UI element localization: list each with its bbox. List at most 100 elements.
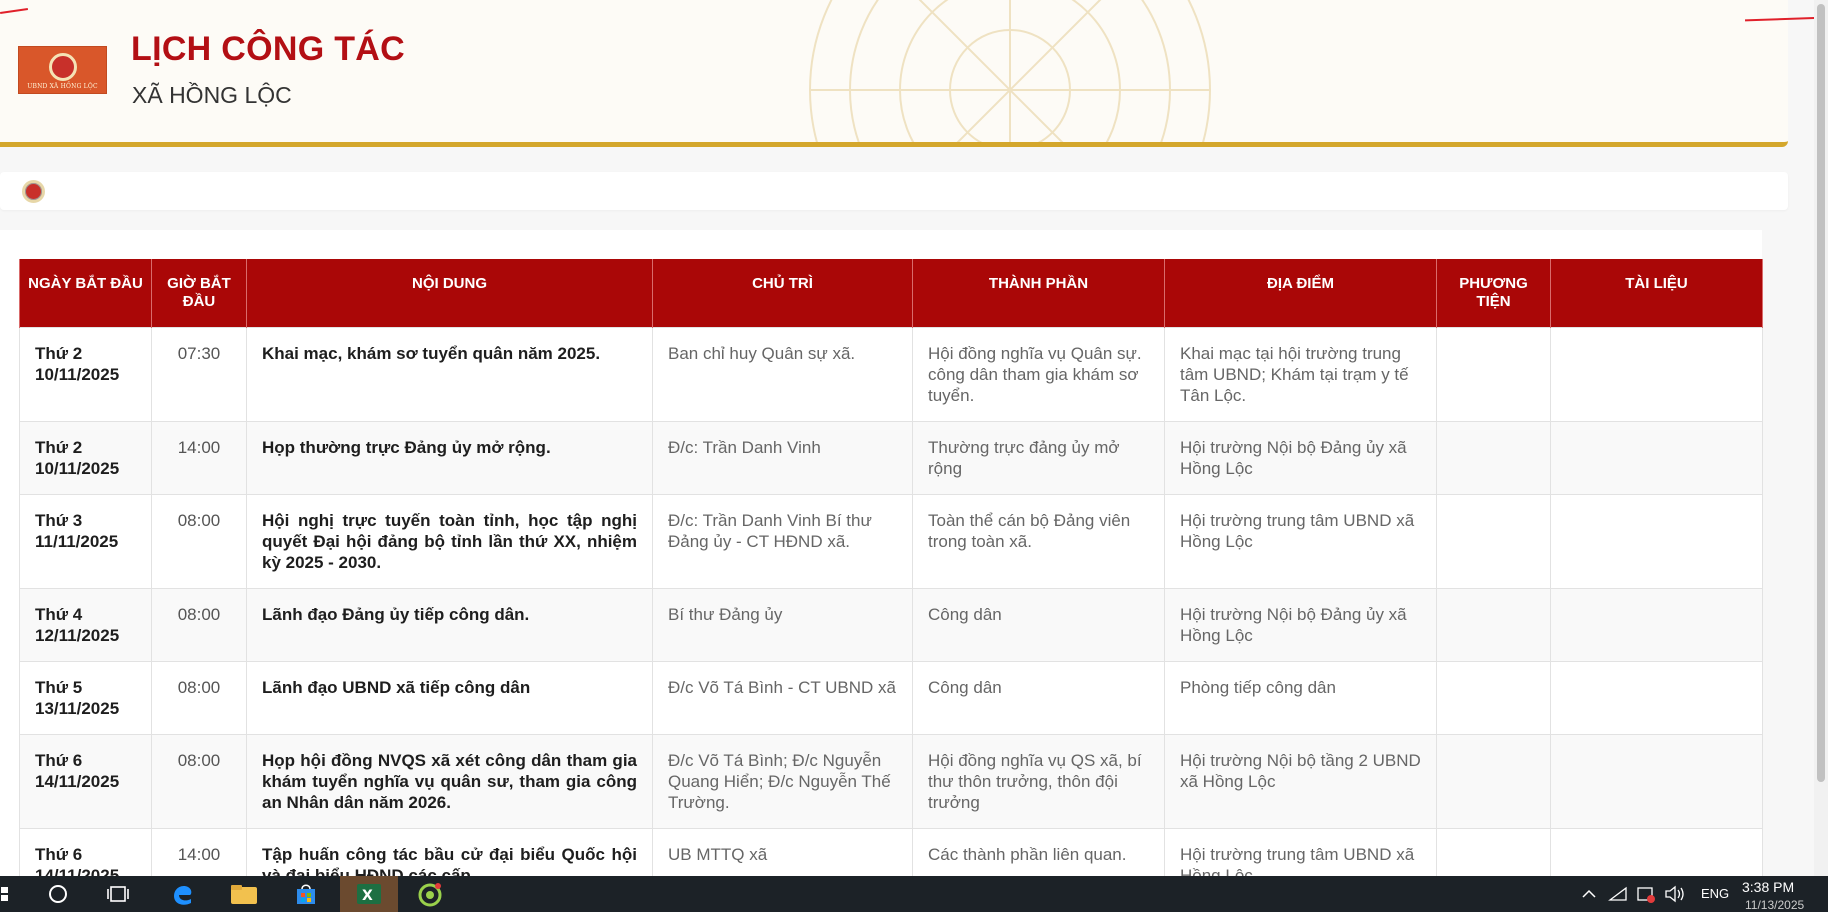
wifi-icon[interactable] bbox=[1606, 876, 1630, 912]
cell-date: Thứ 2 10/11/2025 bbox=[19, 326, 152, 422]
weekday: Thứ 2 bbox=[35, 343, 83, 363]
cell-participants: Thường trực đảng ủy mở rộng bbox=[912, 420, 1165, 495]
windows-taskbar: X ENG 3:38 PM 11/13/2025 bbox=[0, 876, 1828, 912]
col-header-start-date[interactable]: NGÀY BẮT ĐẦU bbox=[19, 259, 152, 327]
col-header-start-time[interactable]: GIỜ BẮT ĐẦU bbox=[151, 259, 247, 327]
watermark-emblem bbox=[809, 0, 1211, 142]
excel-icon[interactable]: X bbox=[340, 876, 398, 912]
cell-participants: Hội đồng nghĩa vụ QS xã, bí thư thôn trư… bbox=[912, 733, 1165, 829]
edge-icon[interactable] bbox=[162, 876, 202, 912]
cell-vehicle bbox=[1436, 660, 1551, 735]
cell-time: 08:00 bbox=[151, 733, 247, 829]
table-row[interactable]: Thứ 6 14/11/2025 14:00 Tập huấn công tác … bbox=[19, 827, 1763, 876]
cell-documents bbox=[1550, 733, 1763, 829]
cell-date: Thứ 6 14/11/2025 bbox=[19, 827, 152, 876]
weekday: Thứ 2 bbox=[35, 437, 83, 457]
task-view-icon[interactable] bbox=[98, 876, 138, 912]
volume-icon[interactable] bbox=[1662, 876, 1688, 912]
cell-date: Thứ 4 12/11/2025 bbox=[19, 587, 152, 662]
cell-documents bbox=[1550, 827, 1763, 876]
cell-date: Thứ 3 11/11/2025 bbox=[19, 493, 152, 589]
cell-time: 14:00 bbox=[151, 827, 247, 876]
chevron-up-icon[interactable] bbox=[1578, 876, 1600, 912]
cell-content: Lãnh đạo Đảng ủy tiếp công dân. bbox=[246, 587, 653, 662]
ubnd-logo[interactable]: UBND XÃ HỒNG LỘC bbox=[18, 46, 107, 94]
cell-vehicle bbox=[1436, 420, 1551, 495]
store-icon[interactable] bbox=[286, 876, 326, 912]
cell-location: Phòng tiếp công dân bbox=[1164, 660, 1437, 735]
cell-documents bbox=[1550, 660, 1763, 735]
table-row[interactable]: Thứ 2 10/11/2025 07:30 Khai mạc, khám sơ … bbox=[19, 326, 1763, 422]
app-icon[interactable] bbox=[410, 876, 450, 912]
language-indicator[interactable]: ENG bbox=[1701, 886, 1729, 901]
col-header-chair[interactable]: CHỦ TRÌ bbox=[652, 259, 913, 327]
security-icon[interactable] bbox=[1634, 876, 1658, 912]
schedule-table: NGÀY BẮT ĐẦU GIỜ BẮT ĐẦU NỘI DUNG CHỦ TR… bbox=[19, 259, 1763, 876]
date: 11/11/2025 bbox=[35, 531, 119, 551]
cell-time: 08:00 bbox=[151, 660, 247, 735]
nav-strip bbox=[0, 172, 1788, 210]
date: 12/11/2025 bbox=[35, 625, 120, 645]
col-header-participants[interactable]: THÀNH PHẦN bbox=[912, 259, 1165, 327]
cell-participants: Toàn thể cán bộ Đảng viên trong toàn xã. bbox=[912, 493, 1165, 589]
cell-date: Thứ 6 14/11/2025 bbox=[19, 733, 152, 829]
cell-content: Lãnh đạo UBND xã tiếp công dân bbox=[246, 660, 653, 735]
cell-participants: Hội đồng nghĩa vụ Quân sự. công dân tham… bbox=[912, 326, 1165, 422]
cell-time: 07:30 bbox=[151, 326, 247, 422]
file-explorer-icon[interactable] bbox=[224, 876, 264, 912]
table-row[interactable]: Thứ 2 10/11/2025 14:00 Họp thường trực Đả… bbox=[19, 420, 1763, 495]
schedule-panel: NGÀY BẮT ĐẦU GIỜ BẮT ĐẦU NỘI DUNG CHỦ TR… bbox=[0, 230, 1763, 876]
cell-documents bbox=[1550, 493, 1763, 589]
table-row[interactable]: Thứ 3 11/11/2025 08:00 Hội nghị trực tuyế… bbox=[19, 493, 1763, 589]
col-header-documents[interactable]: TÀI LIỆU bbox=[1550, 259, 1763, 327]
site-header: UBND XÃ HỒNG LỘC LỊCH CÔNG TÁC XÃ HỒNG L… bbox=[0, 0, 1788, 147]
date: 14/11/2025 bbox=[35, 771, 120, 791]
cell-time: 14:00 bbox=[151, 420, 247, 495]
table-row[interactable]: Thứ 5 13/11/2025 08:00 Lãnh đạo UBND xã t… bbox=[19, 660, 1763, 735]
cell-time: 08:00 bbox=[151, 493, 247, 589]
cell-content: Hội nghị trực tuyến toàn tỉnh, học tập n… bbox=[246, 493, 653, 589]
cell-chair: Bí thư Đảng ủy bbox=[652, 587, 913, 662]
clock-time[interactable]: 3:38 PM bbox=[1742, 879, 1794, 895]
cell-chair: Đ/c Võ Tá Bình; Đ/c Nguyễn Quang Hiển; Đ… bbox=[652, 733, 913, 829]
cell-vehicle bbox=[1436, 733, 1551, 829]
cell-vehicle bbox=[1436, 827, 1551, 876]
cell-location: Hội trường Nội bộ Đảng ủy xã Hồng Lộc bbox=[1164, 420, 1437, 495]
col-header-vehicle[interactable]: PHƯƠNG TIỆN bbox=[1436, 259, 1551, 327]
weekday: Thứ 5 bbox=[35, 677, 83, 697]
table-header-row: NGÀY BẮT ĐẦU GIỜ BẮT ĐẦU NỘI DUNG CHỦ TR… bbox=[19, 259, 1763, 327]
cell-location: Hội trường trung tâm UBND xã Hồng Lộc bbox=[1164, 827, 1437, 876]
table-row[interactable]: Thứ 4 12/11/2025 08:00 Lãnh đạo Đảng ủy t… bbox=[19, 587, 1763, 662]
cell-content: Họp hội đồng NVQS xã xét công dân tham g… bbox=[246, 733, 653, 829]
cell-content: Khai mạc, khám sơ tuyển quân năm 2025. bbox=[246, 326, 653, 422]
windows-start-icon[interactable] bbox=[0, 876, 10, 912]
cell-participants: Công dân bbox=[912, 587, 1165, 662]
cell-chair: Ban chỉ huy Quân sự xã. bbox=[652, 326, 913, 422]
page-title: LỊCH CÔNG TÁC bbox=[131, 30, 405, 68]
emblem-icon[interactable] bbox=[22, 180, 45, 203]
cell-chair: Đ/c Võ Tá Bình - CT UBND xã bbox=[652, 660, 913, 735]
svg-text:X: X bbox=[362, 888, 373, 904]
cell-location: Khai mạc tại hội trường trung tâm UBND; … bbox=[1164, 326, 1437, 422]
date: 10/11/2025 bbox=[35, 458, 120, 478]
logo-text: UBND XÃ HỒNG LỘC bbox=[27, 82, 98, 90]
cell-location: Hội trường Nội bộ Đảng ủy xã Hồng Lộc bbox=[1164, 587, 1437, 662]
search-icon[interactable] bbox=[38, 876, 78, 912]
cell-date: Thứ 5 13/11/2025 bbox=[19, 660, 152, 735]
vertical-scrollbar[interactable] bbox=[1814, 0, 1828, 876]
cell-vehicle bbox=[1436, 326, 1551, 422]
cell-content: Tập huấn công tác bầu cử đại biểu Quốc h… bbox=[246, 827, 653, 876]
cell-location: Hội trường trung tâm UBND xã Hồng Lộc bbox=[1164, 493, 1437, 589]
cell-content: Họp thường trực Đảng ủy mở rộng. bbox=[246, 420, 653, 495]
clock-date[interactable]: 11/13/2025 bbox=[1745, 898, 1804, 912]
weekday: Thứ 4 bbox=[35, 604, 83, 624]
weekday: Thứ 6 bbox=[35, 750, 83, 770]
table-row[interactable]: Thứ 6 14/11/2025 08:00 Họp hội đồng NVQS … bbox=[19, 733, 1763, 829]
scrollbar-thumb[interactable] bbox=[1817, 4, 1825, 782]
col-header-location[interactable]: ĐỊA ĐIỂM bbox=[1164, 259, 1437, 327]
date: 10/11/2025 bbox=[35, 364, 120, 384]
cell-location: Hội trường Nội bộ tầng 2 UBND xã Hồng Lộ… bbox=[1164, 733, 1437, 829]
col-header-content[interactable]: NỘI DUNG bbox=[246, 259, 653, 327]
cell-documents bbox=[1550, 587, 1763, 662]
cell-date: Thứ 2 10/11/2025 bbox=[19, 420, 152, 495]
